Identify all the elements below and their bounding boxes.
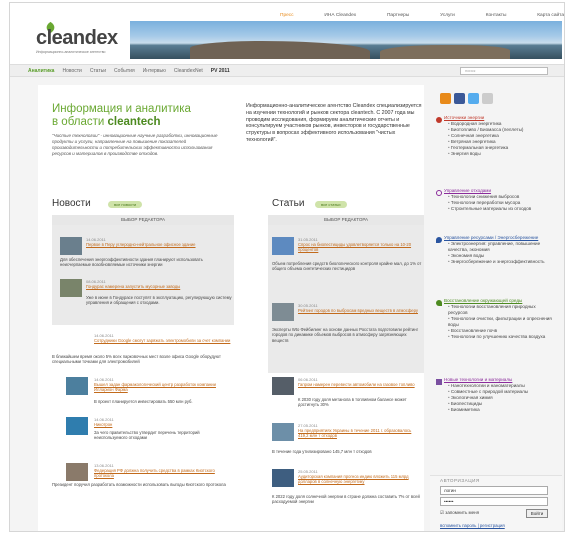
hero-title: Информация и аналитика в области cleante… [52, 103, 191, 128]
remember-me-checkbox[interactable]: ☑ запомнить меня [440, 510, 479, 516]
article-item[interactable]: 27.05.2011 На предприятиях Украины в теч… [272, 423, 422, 463]
sidebar-category: Управление ресурсами / Энергосбережение … [444, 235, 556, 265]
category-item[interactable]: Технологии восстановления природных ресу… [448, 304, 556, 316]
topnav-item[interactable]: ИНА Cleandex [324, 13, 356, 18]
logo-wordmark: cleandex [36, 27, 118, 49]
news-heading: Новости [52, 198, 91, 209]
article-item[interactable]: 31.05.2011 Спрос на биопестициды удовлет… [272, 237, 422, 283]
news-item[interactable]: 14.06.2011 Никотрон За чего правительств… [52, 417, 234, 457]
mail-icon[interactable] [482, 93, 493, 104]
topnav-item[interactable]: Услуги [440, 13, 455, 18]
news-item[interactable]: 08.06.2011 Гондурас намерена запустить м… [60, 279, 232, 319]
category-item[interactable]: Технологии по улучшению качества воздуха [448, 334, 556, 340]
article-item[interactable]: 06.06.2011 Гапром намерен перевести авто… [272, 377, 422, 417]
category-item[interactable]: Строительные материалы из отходов [448, 206, 556, 212]
facebook-icon[interactable] [454, 93, 465, 104]
login-heading: АВТОРИЗАЦИЯ [440, 478, 480, 483]
login-panel: АВТОРИЗАЦИЯ логин •••••• ☑ запомнить мен… [430, 475, 562, 531]
header-banner-image [130, 21, 562, 59]
energy-icon [436, 117, 442, 123]
news-item[interactable]: 13.06.2011 Федерация РФ должна получить … [52, 463, 234, 503]
category-item[interactable]: Электроэнергия: управление, повышение ка… [448, 241, 556, 253]
category-item[interactable]: Энергия воды [448, 151, 556, 157]
right-sidebar: Источники энергии Водородная энергетика … [430, 85, 562, 531]
article-item[interactable]: 25.05.2011 Аудиторская компания прогноз … [272, 469, 422, 513]
sidebar-category: Новые технологии и материалы Нанотехноло… [444, 377, 556, 413]
top-navigation: Пресс ИНА Cleandex Партнеры Услуги Конта… [280, 13, 564, 18]
site-logo[interactable]: cleandex Информационно-аналитическое аге… [18, 21, 128, 59]
category-item[interactable]: Биомиметика [448, 407, 556, 413]
all-articles-button[interactable]: все статьи [315, 201, 347, 208]
username-field[interactable]: логин [440, 486, 548, 495]
subnav-item[interactable]: Новости [62, 68, 81, 74]
login-links[interactable]: вспомнить пароль | регистрация [440, 523, 505, 528]
browser-page: Пресс ИНА Cleandex Партнеры Услуги Конта… [9, 2, 565, 532]
category-item[interactable]: Энергосбережение и энергоэффективность [448, 259, 556, 265]
hero-description: Информационно-аналитическое агентство Cl… [246, 103, 422, 143]
section-navigation: Аналитика Новости Статьи События Интервь… [10, 64, 564, 77]
sidebar-category: Источники энергии Водородная энергетика … [444, 115, 556, 157]
topnav-item[interactable]: Партнеры [387, 13, 409, 18]
subnav-item[interactable]: Статьи [90, 68, 106, 74]
subnav-item[interactable]: Интервью [143, 68, 166, 74]
hero-quote: "Чистые технологии" - инновационные науч… [52, 133, 218, 156]
topnav-item[interactable]: Карта сайта [537, 13, 564, 18]
twitter-icon[interactable] [468, 93, 479, 104]
recycle-icon [436, 190, 442, 196]
topnav-item[interactable]: Контакты [486, 13, 507, 18]
articles-editor-label: ВЫБОР РЕДАКТОРА [268, 215, 424, 225]
news-item[interactable]: 14.06.2011 Первое в Перу углеродно-нейтр… [60, 237, 232, 273]
subnav-item[interactable]: CleandexNet [174, 68, 203, 74]
articles-heading: Статьи [272, 198, 305, 209]
subnav-item[interactable]: PV 2011 [211, 68, 230, 74]
tree-icon [436, 300, 442, 306]
category-item[interactable]: Технологии очистки, фильтрации и опресне… [448, 316, 556, 328]
rss-icon[interactable] [440, 93, 451, 104]
site-header: cleandex Информационно-аналитическое аге… [18, 21, 562, 59]
search-input[interactable]: поиск [460, 67, 548, 75]
flask-icon [436, 379, 442, 385]
all-news-button[interactable]: все новости [108, 201, 143, 208]
news-editor-label: ВЫБОР РЕДАКТОРА [52, 215, 234, 225]
news-item[interactable]: 14.06.2011 Вышел задан фармакологический… [52, 377, 234, 411]
sidebar-category: Управление отходами Технологии снижения … [444, 188, 556, 212]
subnav-item[interactable]: Аналитика [28, 68, 54, 74]
drop-icon [436, 237, 442, 243]
topnav-item[interactable]: Пресс [280, 13, 294, 18]
password-field[interactable]: •••••• [440, 497, 548, 506]
logo-tagline: Информационно-аналитическое агентство [36, 50, 106, 54]
sidebar-category: Восстановление окружающей среды Технолог… [444, 298, 556, 340]
login-button[interactable]: Войти [526, 509, 548, 518]
article-item[interactable]: 30.05.2011 Рейтинг городов по выбросам в… [272, 303, 422, 363]
news-item[interactable]: 14.06.2011 Сотрудники Google смогут заря… [52, 333, 234, 369]
subnav-item[interactable]: События [114, 68, 135, 74]
